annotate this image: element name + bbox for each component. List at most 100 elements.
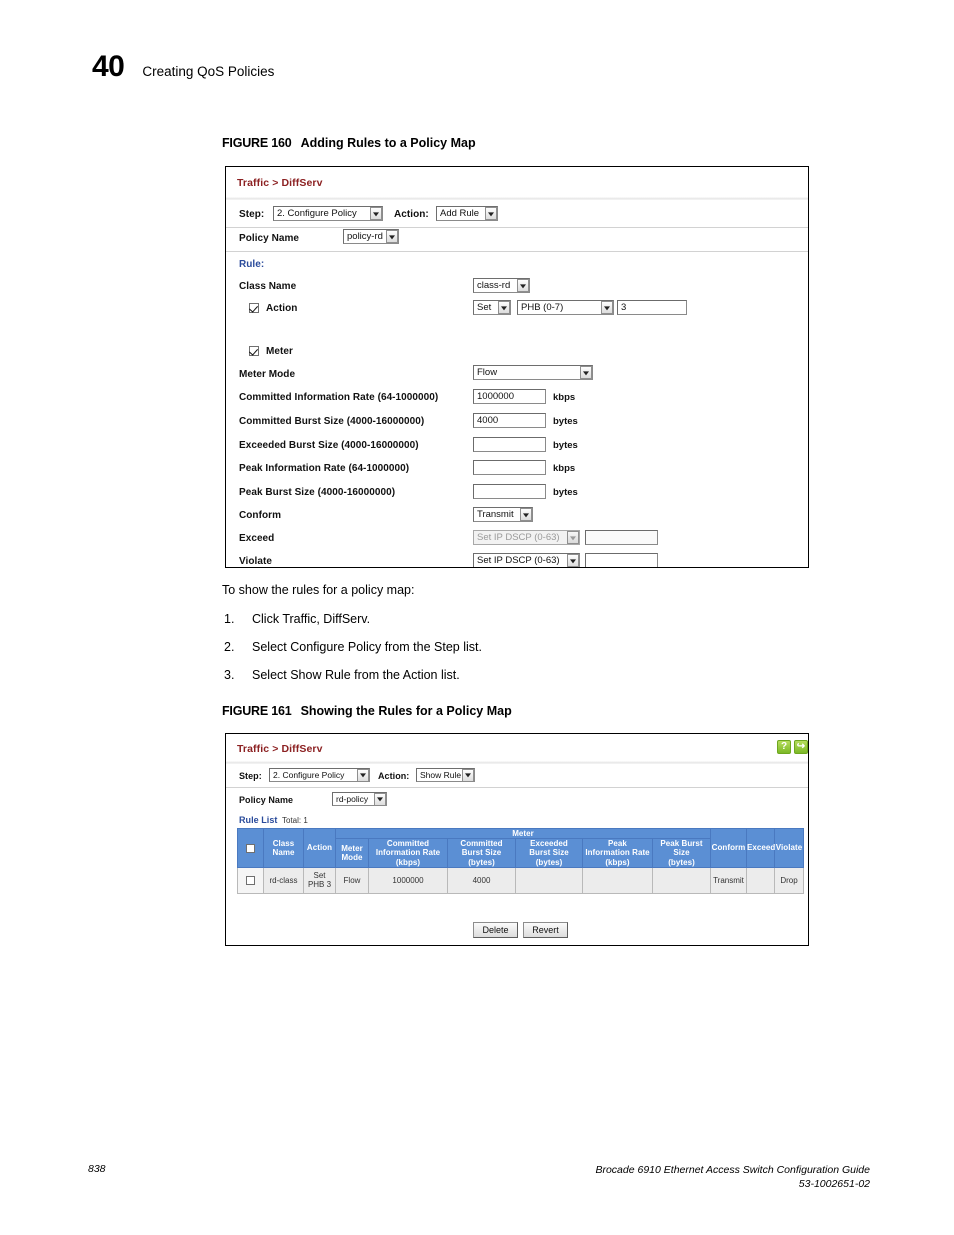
column-header-committed-information-rate: Committed Information Rate (kbps) [368, 838, 448, 868]
step-label: Step: [239, 771, 262, 781]
column-header-committed-burst-size: Committed Burst Size (bytes) [447, 838, 516, 868]
action-label: Action: [394, 209, 429, 220]
class-name-select[interactable]: class-rd [473, 278, 530, 293]
column-header-action: Action [303, 828, 336, 868]
column-header-conform: Conform [710, 828, 747, 868]
help-icon[interactable]: ? [777, 740, 791, 754]
figure-161-screenshot: Traffic > DiffServ ? ↪ Step: 2. Configur… [225, 733, 809, 946]
rule-list-total: Total: 1 [282, 816, 308, 825]
table-row[interactable]: rd-class Set PHB 3 Flow 1000000 4000 Tra… [237, 866, 804, 894]
step-select[interactable]: 2. Configure Policy [273, 206, 383, 221]
exceed-select[interactable]: Set IP DSCP (0-63) [473, 530, 580, 545]
footer-page-number: 838 [88, 1163, 106, 1175]
pir-unit: kbps [553, 463, 576, 474]
meter-checkbox[interactable] [249, 346, 259, 356]
ebs-unit: bytes [553, 440, 578, 451]
figure-161-label: FIGURE 161 [222, 704, 292, 718]
select-all-header[interactable] [237, 828, 264, 868]
chevron-down-icon [498, 301, 510, 314]
column-header-exceed: Exceed [746, 828, 775, 868]
exceed-value: Set IP DSCP (0-63) [477, 532, 560, 543]
list-item-number: 2. [224, 640, 235, 654]
chevron-down-icon [520, 508, 532, 521]
chevron-down-icon [386, 230, 398, 243]
conform-value: Transmit [477, 509, 514, 520]
meter-mode-select[interactable]: Flow [473, 365, 593, 380]
cell-committed-information-rate: 1000000 [368, 866, 448, 894]
cell-committed-burst-size: 4000 [447, 866, 516, 894]
column-header-class-name: Class Name [263, 828, 304, 868]
committed-information-rate-input[interactable]: 1000000 [473, 389, 546, 404]
policy-name-select[interactable]: policy-rd [343, 229, 399, 244]
delete-button[interactable]: Delete [473, 922, 518, 938]
committed-information-rate-label: Committed Information Rate (64-1000000) [239, 392, 439, 403]
exceed-input[interactable] [585, 530, 658, 545]
action-select-value: Add Rule [440, 208, 480, 219]
action-phb-select[interactable]: PHB (0-7) [517, 300, 614, 315]
action-phb-input[interactable]: 3 [617, 300, 687, 315]
action-phb-value: PHB (0-7) [521, 302, 564, 313]
violate-select[interactable]: Set IP DSCP (0-63) [473, 553, 580, 567]
policy-name-select[interactable]: rd-policy [332, 792, 387, 806]
column-header-exceeded-burst-size: Exceeded Burst Size (bytes) [515, 838, 583, 868]
row-checkbox[interactable] [246, 875, 255, 885]
meter-mode-label: Meter Mode [239, 369, 296, 380]
cell-conform: Transmit [710, 866, 747, 894]
column-header-violate: Violate [774, 828, 804, 868]
step-select-value: 2. Configure Policy [277, 208, 357, 219]
cir-unit: kbps [553, 392, 576, 403]
chevron-down-icon [357, 769, 369, 781]
logout-icon[interactable]: ↪ [794, 740, 808, 754]
divider [226, 761, 808, 764]
pbs-unit: bytes [553, 487, 578, 498]
column-header-peak-burst-size: Peak Burst Size (bytes) [652, 838, 711, 868]
figure-160-title: Adding Rules to a Policy Map [300, 136, 476, 150]
action-checkbox[interactable] [249, 303, 259, 313]
conform-select[interactable]: Transmit [473, 507, 533, 522]
conform-label: Conform [239, 510, 282, 521]
divider [226, 197, 808, 200]
action-select[interactable]: Add Rule [436, 206, 498, 221]
chevron-down-icon [567, 531, 579, 544]
action-set-value: Set [477, 302, 492, 313]
figure-160-label: FIGURE 160 [222, 136, 292, 150]
peak-information-rate-input[interactable] [473, 460, 546, 475]
exceeded-burst-size-input[interactable] [473, 437, 546, 452]
committed-burst-size-label: Committed Burst Size (4000-16000000) [239, 416, 425, 427]
column-group-header-meter: Meter [335, 827, 711, 840]
class-name-value: class-rd [477, 280, 511, 291]
action-row-label: Action [266, 303, 298, 314]
meter-label: Meter [266, 346, 293, 357]
action-select[interactable]: Show Rule [416, 768, 475, 782]
policy-name-value: policy-rd [347, 231, 383, 242]
chevron-down-icon [567, 554, 579, 567]
revert-button[interactable]: Revert [523, 922, 568, 938]
violate-value: Set IP DSCP (0-63) [477, 555, 560, 566]
chevron-down-icon [580, 366, 592, 379]
figure-161-title: Showing the Rules for a Policy Map [300, 704, 512, 718]
divider [226, 787, 808, 788]
exceed-label: Exceed [239, 533, 275, 544]
rule-list-table: Class Name Action Meter Conform Exceed V… [237, 827, 804, 894]
row-select-cell[interactable] [237, 866, 264, 894]
footer-guide-title: Brocade 6910 Ethernet Access Switch Conf… [595, 1164, 870, 1176]
cell-exceeded-burst-size [515, 866, 583, 894]
meter-mode-value: Flow [477, 367, 498, 378]
action-set-select[interactable]: Set [473, 300, 511, 315]
class-name-label: Class Name [239, 281, 297, 292]
cbs-unit: bytes [553, 416, 578, 427]
violate-input[interactable] [585, 553, 658, 567]
chevron-down-icon [370, 207, 382, 220]
figure-160-caption: FIGURE 160 Adding Rules to a Policy Map [222, 136, 476, 150]
divider [226, 227, 808, 228]
breadcrumb[interactable]: Traffic > DiffServ [237, 743, 323, 755]
select-all-checkbox[interactable] [246, 843, 255, 853]
list-item-text: Select Show Rule from the Action list. [252, 668, 460, 682]
chevron-down-icon [485, 207, 497, 220]
step-select[interactable]: 2. Configure Policy [269, 768, 370, 782]
figure-161-caption: FIGURE 161 Showing the Rules for a Policy… [222, 704, 512, 718]
breadcrumb[interactable]: Traffic > DiffServ [237, 177, 323, 189]
step-label: Step: [239, 209, 265, 220]
peak-burst-size-input[interactable] [473, 484, 546, 499]
committed-burst-size-input[interactable]: 4000 [473, 413, 546, 428]
